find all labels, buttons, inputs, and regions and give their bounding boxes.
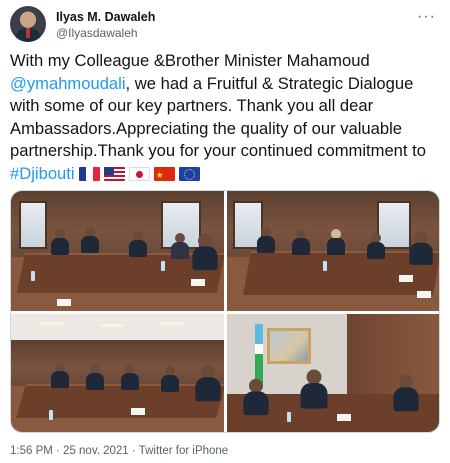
tweet-text-part1: With my Colleague &Brother Minister Maha… bbox=[10, 51, 370, 70]
photo-meeting-3[interactable] bbox=[11, 314, 224, 432]
tweet-text: With my Colleague &Brother Minister Maha… bbox=[10, 50, 442, 185]
usa-flag-icon bbox=[103, 166, 125, 181]
avatar[interactable] bbox=[10, 6, 46, 42]
photo-grid bbox=[10, 190, 440, 433]
france-flag-icon bbox=[78, 166, 100, 181]
author-handle[interactable]: @Ilyasdawaleh bbox=[56, 26, 138, 40]
japan-flag-icon bbox=[128, 166, 150, 181]
mention-link[interactable]: @ymahmoudali bbox=[10, 74, 126, 93]
author-name[interactable]: Ilyas M. Dawaleh bbox=[56, 10, 155, 24]
tweet-header: Ilyas M. Dawaleh @Ilyasdawaleh ··· bbox=[10, 6, 440, 46]
photo-meeting-4[interactable] bbox=[227, 314, 439, 432]
avatar-tie bbox=[26, 28, 30, 38]
hashtag-link[interactable]: #Djibouti bbox=[10, 164, 75, 183]
china-flag-icon bbox=[153, 166, 175, 181]
photo-meeting-2[interactable] bbox=[227, 191, 439, 311]
eu-flag-icon bbox=[178, 166, 200, 181]
more-options-icon[interactable]: ··· bbox=[417, 8, 436, 26]
tweet-timestamp[interactable]: 1:56 PM · 25 nov. 2021 · Twitter for iPh… bbox=[10, 445, 228, 457]
photo-meeting-1[interactable] bbox=[11, 191, 224, 311]
